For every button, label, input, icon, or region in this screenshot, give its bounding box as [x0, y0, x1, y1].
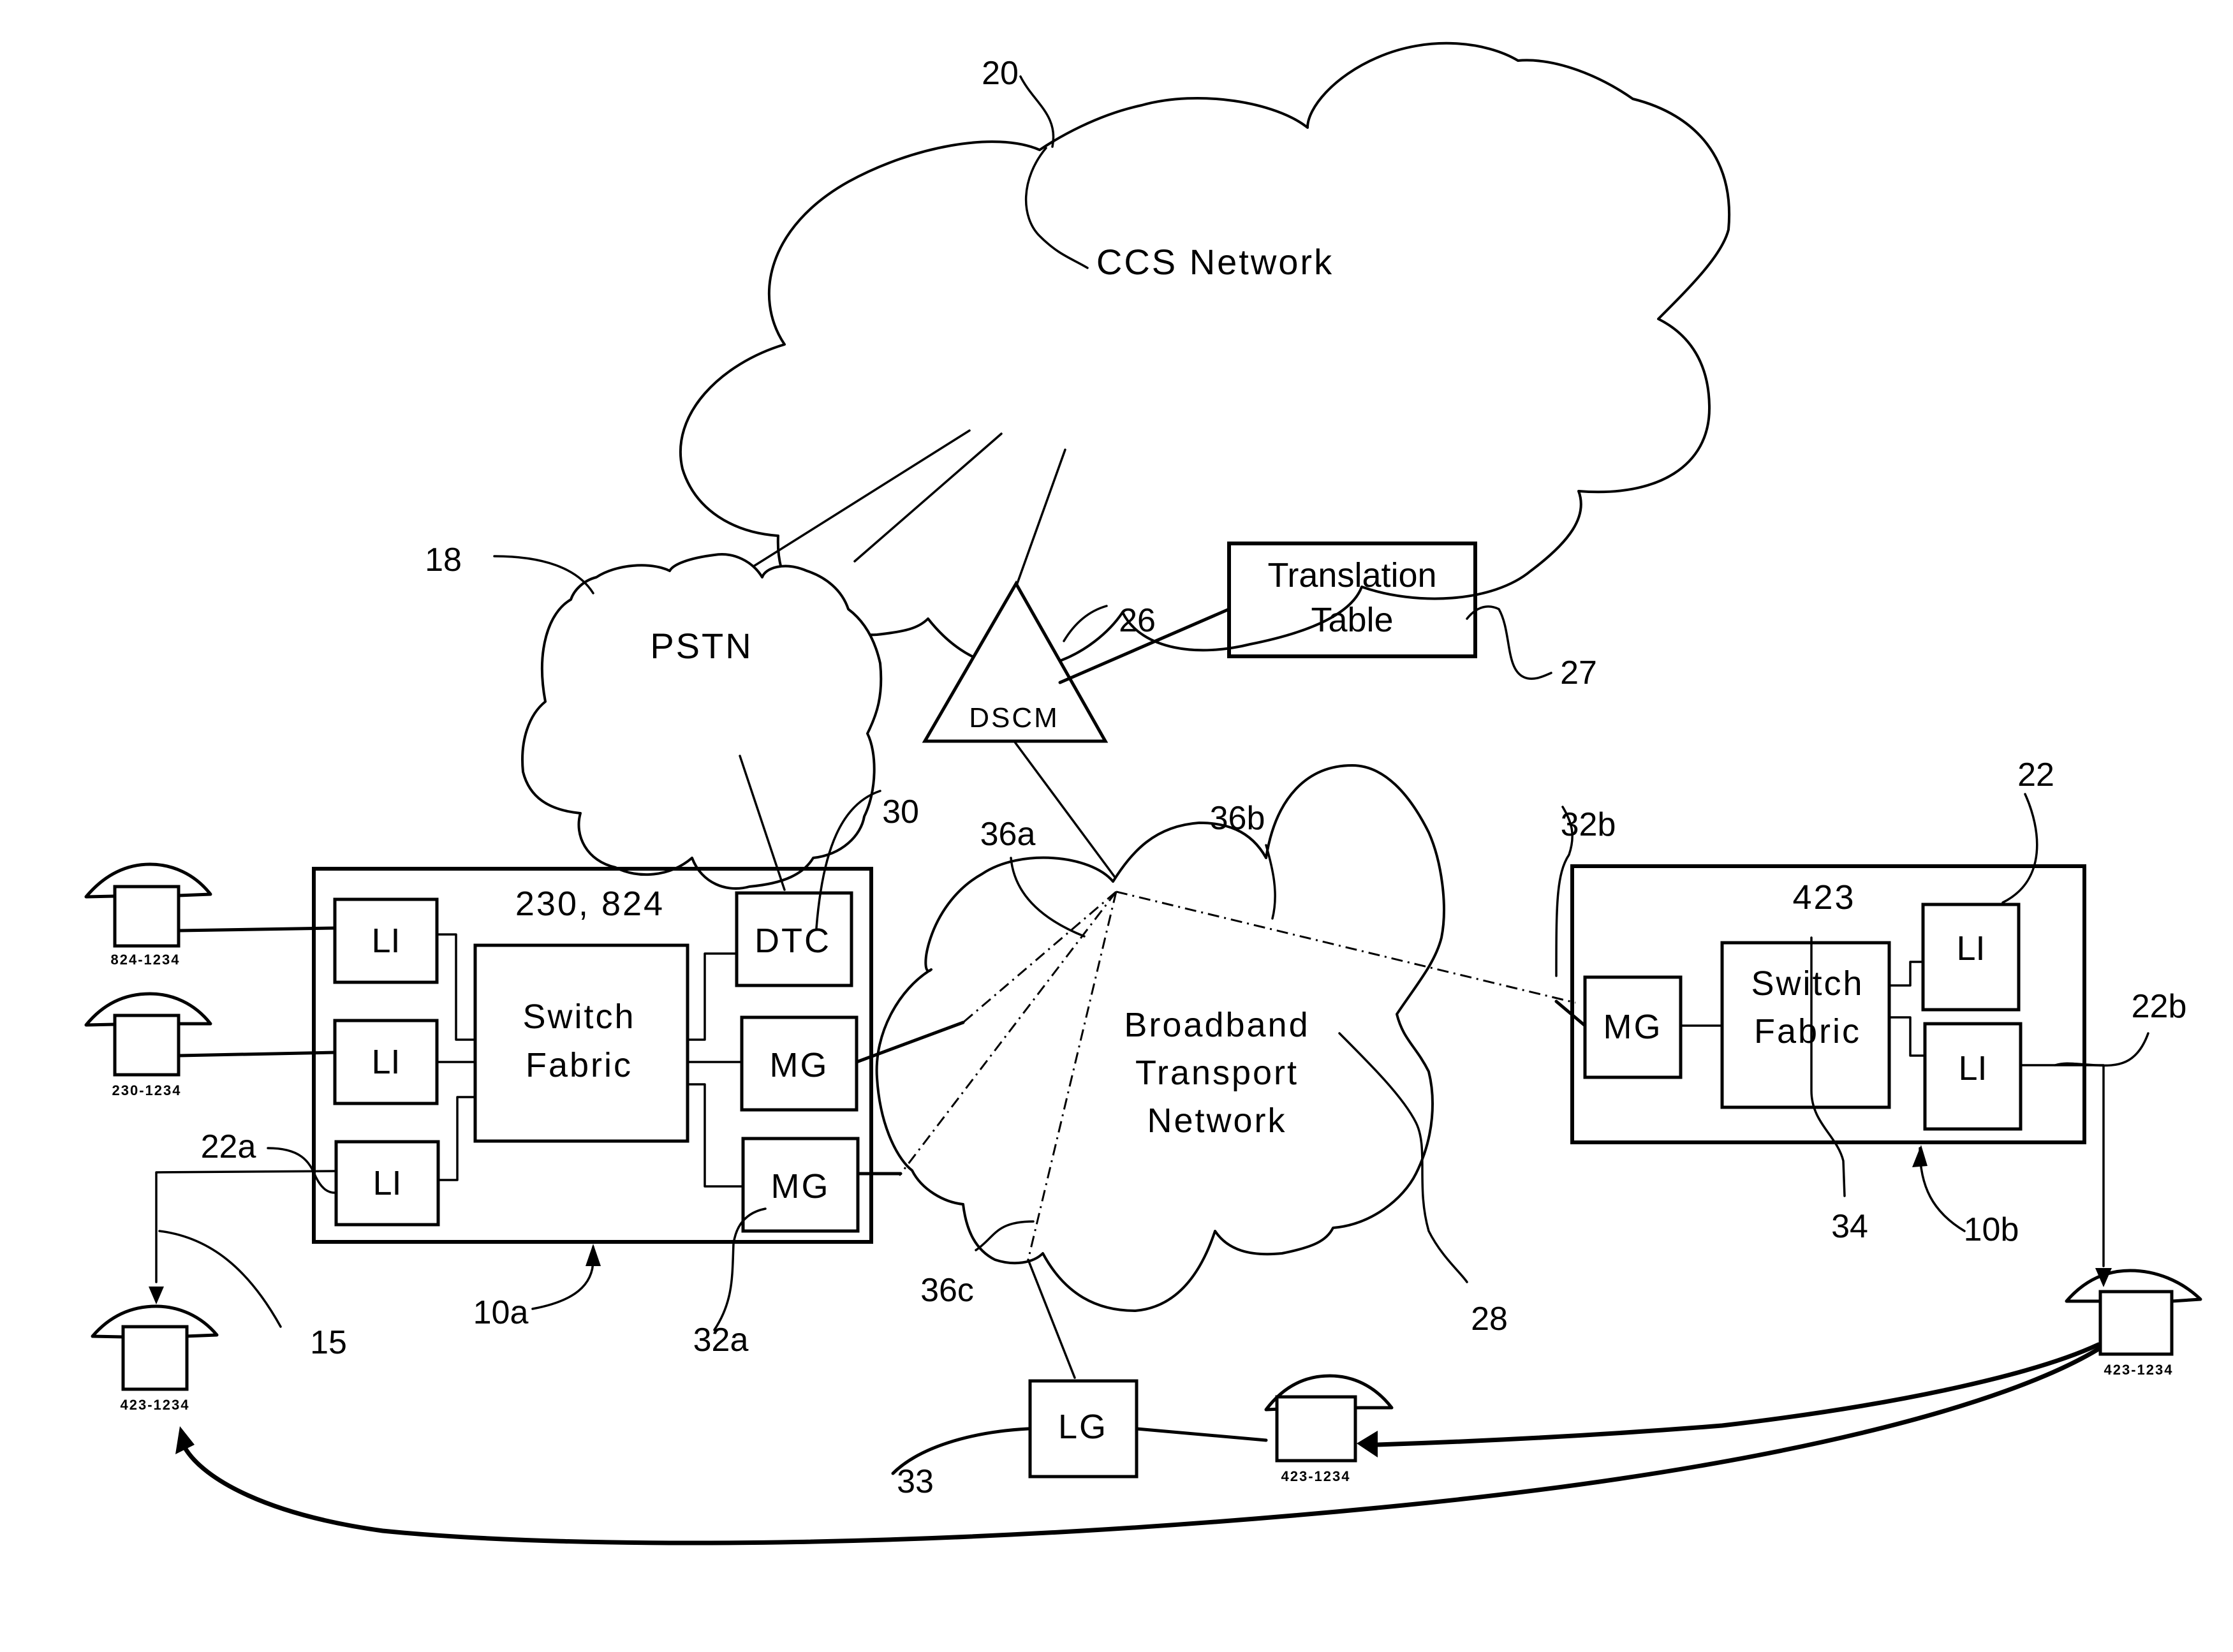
- pstn-cloud: PSTN 18: [425, 542, 883, 890]
- switch-10b-fabric-line2: Fabric: [1754, 1012, 1861, 1051]
- switch-10a-ref-label: 10a: [473, 1294, 529, 1331]
- line-gateway-ref-label: 33: [897, 1463, 934, 1500]
- switch-10b-arrowhead-icon: [1912, 1145, 1927, 1167]
- li22a-phone-link: [155, 1170, 337, 1283]
- phone-base: [121, 1325, 189, 1391]
- left-phone-arrowhead-icon: [149, 1287, 164, 1304]
- broadband-ref-label: 28: [1471, 1301, 1508, 1338]
- dtc-ref-label: 30: [882, 793, 919, 830]
- switch-10b-link-li2: [1888, 1016, 1926, 1057]
- pstn-cloud-outline: [521, 553, 883, 890]
- dscm-ref-label: 26: [1119, 602, 1156, 639]
- translation-table-ref-label: 27: [1560, 654, 1597, 691]
- broadband-label-line1: Broadband: [1124, 1006, 1309, 1044]
- switch-10b-mg-label: MG: [1603, 1008, 1663, 1046]
- switch-10b-li-2-label: LI: [1958, 1049, 1987, 1088]
- phone-number-label: 423-1234: [2104, 1362, 2174, 1378]
- translation-table-line2: Table: [1311, 601, 1393, 639]
- broadband-label-line2: Transport: [1135, 1054, 1299, 1092]
- switch-10a-fabric-box: [473, 943, 689, 1143]
- phone-base: [2098, 1290, 2174, 1356]
- translation-leader-line: [1466, 605, 1552, 680]
- switch-10a-dtc-label: DTC: [755, 922, 831, 960]
- phone-number-label: 824-1234: [111, 952, 181, 968]
- center-phone-arrowhead-icon: [1357, 1431, 1378, 1457]
- phone-number-label: 423-1234: [121, 1397, 190, 1413]
- switch-10a-li-1-label: LI: [371, 922, 400, 960]
- switch-10b-prefixes: 423: [1792, 878, 1855, 917]
- switch-10a-mg-1-label: MG: [770, 1046, 829, 1084]
- li-22b-ref-label: 22b: [2132, 988, 2187, 1025]
- line-gateway-label: LG: [1058, 1408, 1108, 1446]
- lg-phone-link: [1135, 1427, 1268, 1442]
- phone-base: [113, 1014, 181, 1077]
- switch-10b: 423 MG Switch Fabric LI LI 32b 22 22b 34…: [1555, 756, 2187, 1248]
- phone-423-1234-center[interactable]: 423-1234: [1264, 1374, 1394, 1484]
- li22b-phone-link: [2019, 1064, 2105, 1267]
- ccs-network-label: CCS Network: [1096, 242, 1334, 282]
- switch-10a-mg-2-label: MG: [771, 1167, 830, 1206]
- switch-10a-link-li3: [437, 1096, 476, 1181]
- ccs-ref-label: 20: [982, 55, 1019, 92]
- li-22a-ref-label: 22a: [201, 1128, 256, 1165]
- ccs-cloud-outline: [679, 41, 1731, 670]
- li-22-leader-line: [2001, 793, 2038, 904]
- connection-ref-36a: 36a: [980, 816, 1036, 853]
- ccs-leader-line: [1019, 75, 1055, 148]
- pstn-ref-label: 18: [425, 542, 462, 579]
- mg-32b-ref-label: 32b: [1561, 806, 1616, 843]
- phone-230-1234[interactable]: 230-1234: [84, 992, 212, 1098]
- fabric-34-ref-label: 34: [1831, 1208, 1868, 1245]
- switch-10a-prefixes: 230, 824: [515, 885, 665, 923]
- switch-10a-link-li1: [436, 933, 476, 1041]
- broadband-cloud: Broadband Transport Network 28: [875, 764, 1508, 1338]
- pstn-label: PSTN: [650, 626, 753, 666]
- telecom-network-diagram: CCS Network 20 PSTN 18 DSCM 26 Translati…: [84, 41, 2202, 1545]
- phone-824-1234[interactable]: 824-1234: [84, 862, 212, 968]
- phone-423-1234-right[interactable]: 423-1234: [2065, 1269, 2202, 1378]
- translation-table-line1: Translation: [1267, 556, 1436, 594]
- switch-10a-li-2-label: LI: [371, 1043, 400, 1081]
- li-22b-leader-line: [2054, 1032, 2149, 1067]
- switch-10a-fabric-line1: Switch: [522, 998, 635, 1036]
- ccs-network-cloud: CCS Network 20: [679, 41, 1731, 670]
- line-gateway: LG 33: [891, 1379, 1139, 1500]
- switch-10a-link-mg2: [686, 1083, 744, 1188]
- phone-230-li-link: [177, 1051, 337, 1058]
- switch-10b-li-1-label: LI: [1956, 929, 1985, 968]
- switch-10b-link-li1: [1888, 961, 1924, 987]
- switch-10b-fabric-line1: Switch: [1751, 964, 1864, 1003]
- broadband-label-line3: Network: [1147, 1102, 1286, 1140]
- phone-number-label: 230-1234: [112, 1082, 182, 1098]
- phone-base: [113, 885, 181, 948]
- switch-10a-fabric-line2: Fabric: [526, 1046, 633, 1084]
- phone-824-li-link: [177, 926, 337, 933]
- phone-423-1234-left[interactable]: 423-1234: [91, 1304, 219, 1413]
- phone-base: [1275, 1395, 1357, 1463]
- call-path-leader-line: [158, 1230, 282, 1328]
- forward-to-left-phone-path: [182, 1346, 2101, 1545]
- li-22-ref-label: 22: [2017, 756, 2054, 793]
- connection-ref-36c: 36c: [920, 1272, 974, 1309]
- switch-10b-ref-label: 10b: [1964, 1211, 2019, 1248]
- call-path-ref-label: 15: [310, 1324, 347, 1361]
- switch-10a-link-dtc: [686, 952, 738, 1041]
- dscm-label: DSCM: [969, 702, 1059, 734]
- mg-32a-ref-label: 32a: [693, 1322, 749, 1359]
- switch-10b-leader-line: [1919, 1147, 1966, 1232]
- phone-number-label: 423-1234: [1281, 1468, 1351, 1484]
- connection-ref-36b: 36b: [1210, 800, 1265, 837]
- switch-10a: 230, 824 Switch Fabric LI LI LI DTC MG M…: [201, 790, 919, 1359]
- switch-10a-li-3-label: LI: [372, 1164, 401, 1202]
- switch-10a-leader-line: [531, 1246, 594, 1310]
- switch-10a-arrowhead-icon: [586, 1244, 601, 1266]
